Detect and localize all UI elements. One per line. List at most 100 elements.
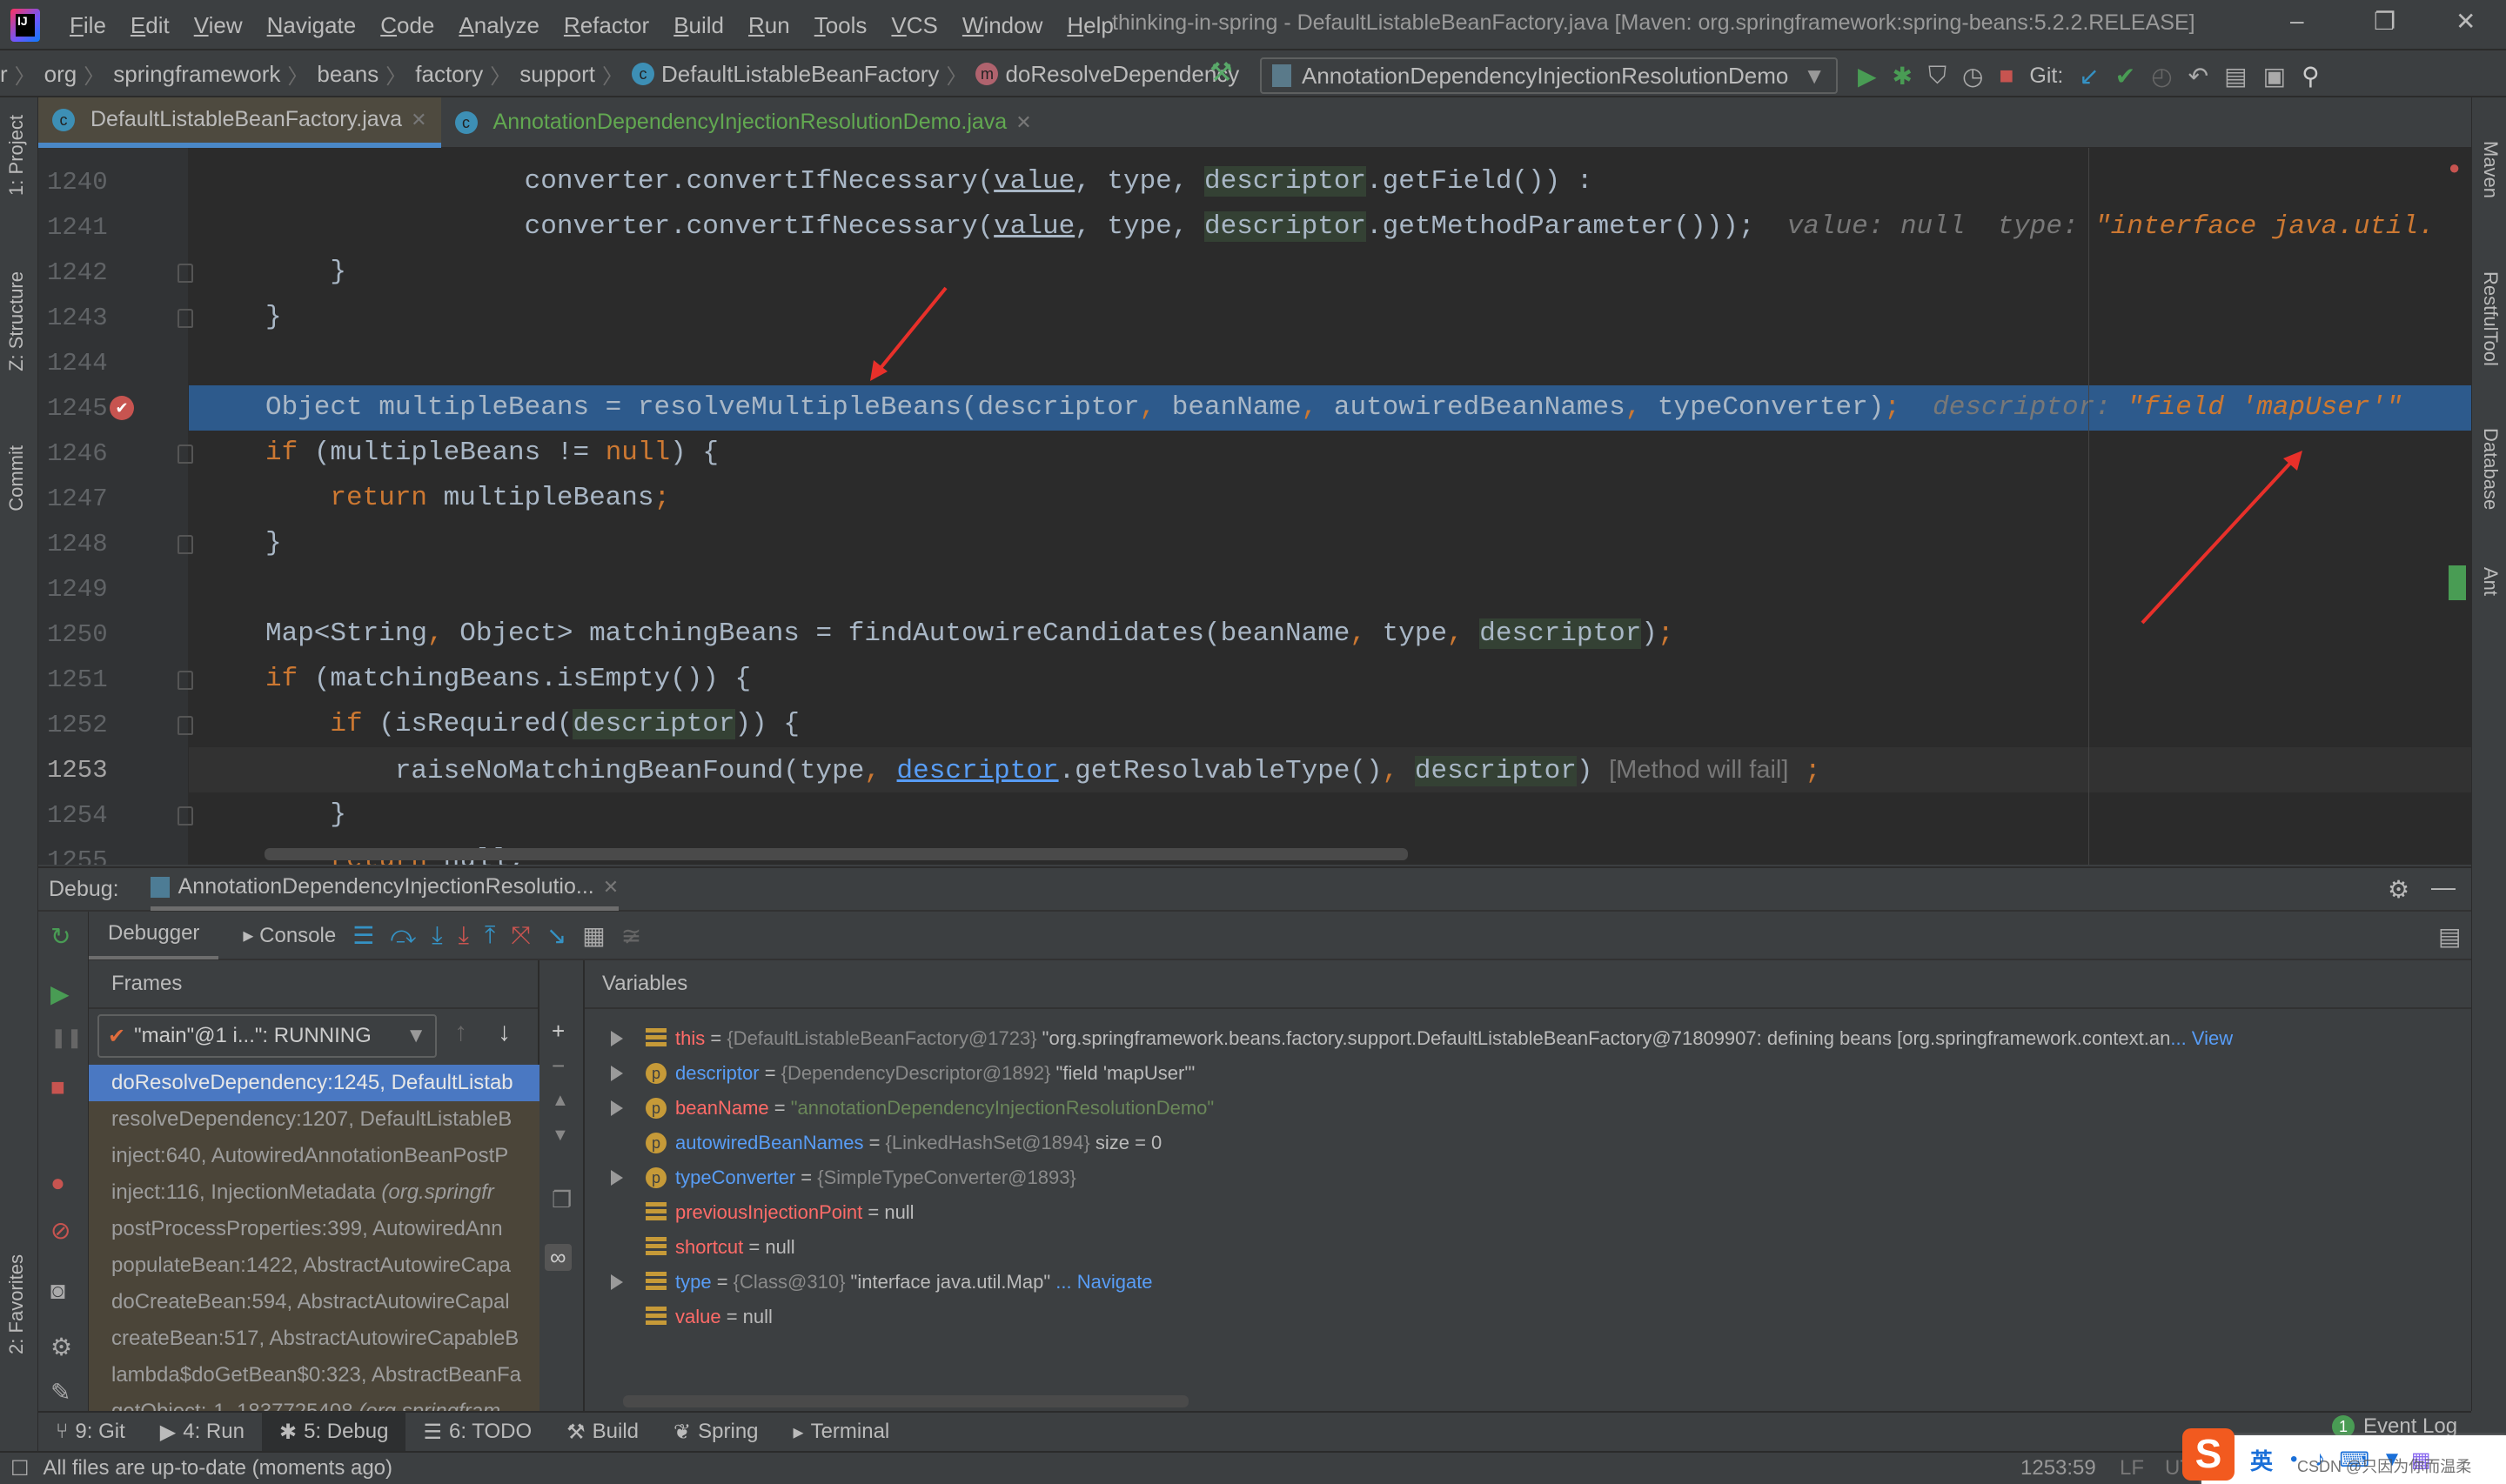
variable-name: type xyxy=(675,1271,712,1293)
variable-row[interactable]: p beanName = "annotationDependencyInjecti… xyxy=(585,1091,2471,1126)
bottom-tab-debug[interactable]: ✱ 5: Debug xyxy=(261,1412,406,1452)
previous-frame-arrow-icon[interactable]: ↑ xyxy=(454,1018,467,1047)
view-breakpoints-icon[interactable]: ● xyxy=(50,1169,65,1197)
frame-item[interactable]: doCreateBean:594, AbstractAutowireCapal xyxy=(89,1284,539,1320)
thread-selector[interactable]: ✔ "main"@1 i...": RUNNING ▼ xyxy=(97,1014,437,1058)
mute-breakpoints-icon[interactable]: ⊘ xyxy=(50,1216,70,1245)
resume-icon[interactable]: ▶ xyxy=(50,979,70,1008)
add-watch-plus-icon[interactable]: + xyxy=(552,1018,565,1045)
variable-text: previousInjectionPoint = null xyxy=(675,1201,915,1223)
restore-layout-icon[interactable]: ▤ xyxy=(2438,922,2461,951)
drop-frame-icon[interactable]: ⤧ xyxy=(511,921,530,950)
next-frame-arrow-icon[interactable]: ↓ xyxy=(498,1018,511,1047)
close-session-icon[interactable]: ✕ xyxy=(603,876,619,899)
favorites-tool-button[interactable]: 2: Favorites xyxy=(5,1254,28,1354)
force-step-into-icon[interactable]: ⤓ xyxy=(459,921,469,950)
layout-icon[interactable]: ☰ xyxy=(352,921,374,950)
frame-package: (org.springfr xyxy=(381,1180,494,1204)
line-separator[interactable]: LF xyxy=(2120,1456,2144,1481)
todo-list-icon: ☰ xyxy=(423,1420,442,1444)
variable-type-ref: {DefaultListableBeanFactory@1723} xyxy=(727,1027,1037,1049)
variable-string-value: "annotationDependencyInjectionResolution… xyxy=(790,1097,1215,1119)
variable-row[interactable]: shortcut = null xyxy=(585,1230,2471,1265)
frame-item[interactable]: doResolveDependency:1245, DefaultListab xyxy=(89,1065,539,1101)
frame-item[interactable]: populateBean:1422, AbstractAutowireCapa xyxy=(89,1247,539,1284)
caret-position[interactable]: 1253:59 xyxy=(2020,1456,2096,1481)
expand-triangle-icon[interactable] xyxy=(611,1274,623,1290)
expand-triangle-icon[interactable] xyxy=(611,1066,623,1081)
settings-gear-icon[interactable]: ⚙ xyxy=(50,1333,72,1361)
variable-row[interactable]: value = null xyxy=(585,1300,2471,1334)
variable-text: autowiredBeanNames = {LinkedHashSet@1894… xyxy=(675,1132,1163,1153)
move-down-icon[interactable]: ▼ xyxy=(552,1126,569,1146)
pin-icon[interactable]: ✎ xyxy=(50,1378,70,1407)
frame-item[interactable]: resolveDependency:1207, DefaultListableB xyxy=(89,1101,539,1138)
stop-icon[interactable]: ■ xyxy=(50,1073,65,1101)
expand-triangle-icon[interactable] xyxy=(611,1170,623,1186)
field-icon xyxy=(646,1202,667,1223)
tab-debugger[interactable]: Debugger xyxy=(89,911,219,959)
frame-text: postProcessProperties:399, AutowiredAnn xyxy=(111,1217,503,1240)
variable-text: typeConverter = {SimpleTypeConverter@189… xyxy=(675,1166,1076,1188)
field-icon xyxy=(646,1307,667,1327)
variable-row[interactable]: p descriptor = {DependencyDescriptor@1892… xyxy=(585,1056,2471,1091)
frame-item[interactable]: createBean:517, AbstractAutowireCapableB xyxy=(89,1320,539,1357)
variable-value: size = 0 xyxy=(1089,1132,1163,1153)
copy-icon[interactable]: ❐ xyxy=(552,1187,572,1213)
frames-panel: Frames ✔ "main"@1 i...": RUNNING ▼ ↑ ↓ d… xyxy=(89,960,539,1413)
run-icon: ▶ xyxy=(159,1420,177,1444)
variable-row[interactable]: p autowiredBeanNames = {LinkedHashSet@189… xyxy=(585,1126,2471,1160)
status-bar: ☐ All files are up-to-date (moments ago)… xyxy=(0,1451,2506,1484)
show-watches-glasses-icon[interactable]: ∞ xyxy=(545,1244,572,1271)
step-into-icon[interactable]: ⤓ xyxy=(432,921,442,950)
frame-item[interactable]: postProcessProperties:399, AutowiredAnn xyxy=(89,1211,539,1247)
bottom-tab-git[interactable]: ⑂ 9: Git xyxy=(38,1412,143,1452)
bottom-tab-spring[interactable]: ❦ Spring xyxy=(656,1412,775,1452)
rerun-icon[interactable]: ↻ xyxy=(50,922,70,951)
bottom-tab-build[interactable]: ⚒ Build xyxy=(549,1412,656,1452)
trace-icon[interactable]: ≆ xyxy=(621,921,641,950)
thread-label: "main"@1 i...": RUNNING xyxy=(134,1024,372,1047)
bottom-tab-label: 5: Debug xyxy=(304,1420,389,1443)
status-square-icon[interactable]: ☐ xyxy=(10,1456,30,1481)
bottom-tab-terminal[interactable]: ▸ Terminal xyxy=(776,1412,908,1452)
bottom-tool-tabs: ⑂ 9: Git ▶ 4: Run ✱ 5: Debug ☰ 6: TODO ⚒ Build ❦ Sp… xyxy=(38,1411,2471,1452)
frame-item[interactable]: inject:116, InjectionMetadata (org.sprin… xyxy=(89,1174,539,1211)
debug-bug-icon: ✱ xyxy=(278,1420,298,1444)
run-to-cursor-icon[interactable]: ↘ xyxy=(546,921,566,950)
field-icon xyxy=(646,1272,667,1293)
variable-text: value = null xyxy=(675,1306,773,1327)
variable-value: null xyxy=(765,1236,795,1258)
variables-horizontal-scrollbar[interactable] xyxy=(623,1395,1189,1407)
variable-value: null xyxy=(884,1201,915,1223)
bottom-tab-run[interactable]: ▶ 4: Run xyxy=(143,1412,262,1452)
hide-panel-icon[interactable]: — xyxy=(2431,873,2456,901)
variable-row[interactable]: p typeConverter = {SimpleTypeConverter@18… xyxy=(585,1160,2471,1195)
variable-link[interactable]: ... Navigate xyxy=(1050,1271,1152,1293)
variable-row[interactable]: this = {DefaultListableBeanFactory@1723}… xyxy=(585,1021,2471,1056)
frame-item[interactable]: inject:640, AutowiredAnnotationBeanPostP xyxy=(89,1138,539,1174)
variable-link[interactable]: ... View xyxy=(2170,1027,2233,1049)
frame-item[interactable]: lambda$doGetBean$0:323, AbstractBeanFa xyxy=(89,1357,539,1394)
build-hammer-icon: ⚒ xyxy=(566,1420,586,1444)
bottom-tab-todo[interactable]: ☰ 6: TODO xyxy=(405,1412,549,1452)
debug-session-tab[interactable]: AnnotationDependencyInjectionResolutio..… xyxy=(150,867,620,911)
camera-icon[interactable]: ◙ xyxy=(50,1277,65,1305)
expand-triangle-icon[interactable] xyxy=(611,1100,623,1116)
frame-item[interactable]: getObject:-1, 1837725408 (org.springfram xyxy=(89,1394,539,1413)
ime-language[interactable]: 英 xyxy=(2250,1444,2273,1476)
variable-row[interactable]: previousInjectionPoint = null xyxy=(585,1195,2471,1230)
settings-gear-icon[interactable]: ⚙ xyxy=(2388,875,2409,904)
move-up-icon[interactable]: ▲ xyxy=(552,1091,569,1111)
step-out-icon[interactable]: ⤒ xyxy=(485,921,495,950)
variable-name: this xyxy=(675,1027,706,1049)
variable-row[interactable]: type = {Class@310} "interface java.util.… xyxy=(585,1265,2471,1300)
variable-type-ref: {DependencyDescriptor@1892} xyxy=(781,1062,1051,1084)
tab-console[interactable]: ▸ Console xyxy=(218,923,345,948)
evaluate-expression-icon[interactable]: ▦ xyxy=(582,921,605,950)
remove-watch-minus-icon[interactable]: − xyxy=(552,1053,565,1080)
step-over-icon[interactable]: ⤼ xyxy=(390,921,416,950)
pause-icon[interactable]: ❚❚ xyxy=(50,1026,83,1049)
expand-triangle-icon[interactable] xyxy=(611,1031,623,1046)
variable-text: type = {Class@310} "interface java.util.… xyxy=(675,1271,1153,1293)
